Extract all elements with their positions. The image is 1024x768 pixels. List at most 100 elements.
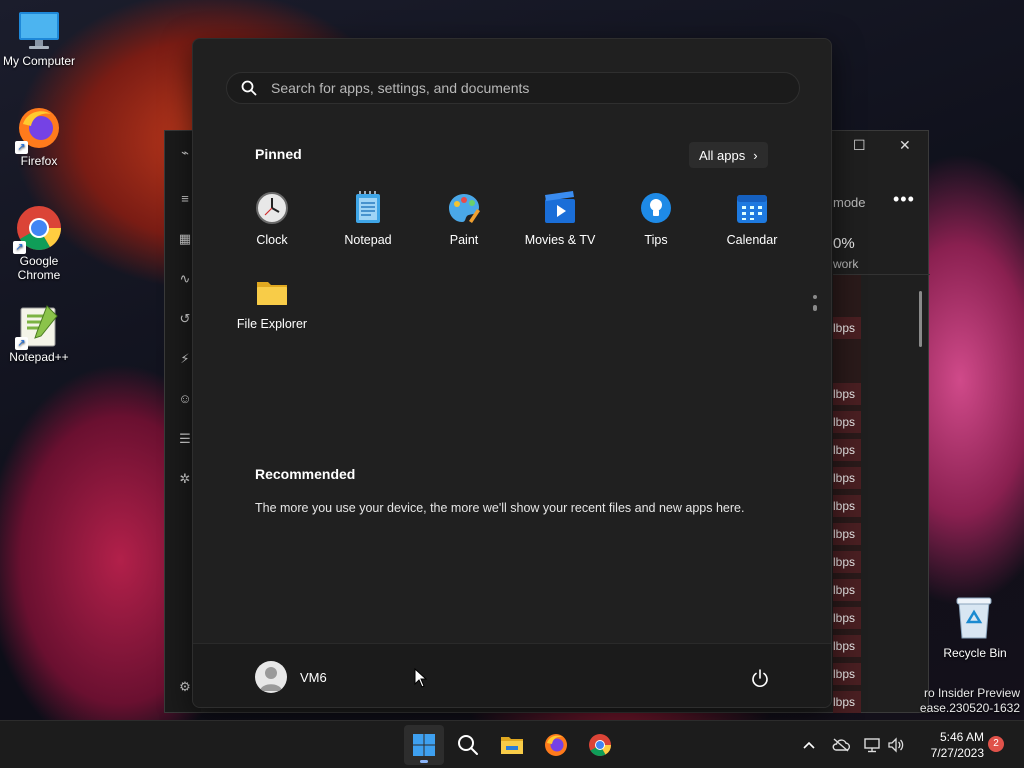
- app-logo-icon: ⌁: [181, 145, 189, 160]
- paint-icon: [449, 194, 480, 223]
- pinned-app-label: Tips: [644, 233, 668, 247]
- scrollbar-thumb[interactable]: [919, 291, 922, 347]
- desktop-icon-notepad-plus-plus[interactable]: ↗ Notepad++: [0, 302, 78, 364]
- chevron-right-icon: ›: [753, 147, 758, 163]
- file-explorer-icon: [501, 737, 523, 754]
- taskbar-clock[interactable]: 5:46 AM 7/27/2023: [916, 729, 984, 761]
- computer-icon: [19, 12, 59, 49]
- pinned-app-notepad[interactable]: Notepad: [320, 191, 416, 247]
- chrome-icon: [589, 734, 611, 756]
- users-icon[interactable]: ☺: [177, 391, 193, 407]
- details-icon[interactable]: ☰: [177, 431, 193, 447]
- network-column-label: work: [833, 257, 859, 271]
- network-cell: lbps: [833, 523, 861, 545]
- desktop-icon-label: My Computer: [2, 54, 76, 68]
- firefox-icon: ↗: [15, 106, 61, 154]
- pinned-app-label: Calendar: [726, 233, 778, 247]
- shortcut-arrow-icon: ↗: [15, 141, 28, 154]
- search-icon: [458, 735, 478, 755]
- watermark-line-1: ro Insider Preview: [923, 686, 1020, 700]
- network-cell: lbps: [833, 317, 861, 339]
- all-apps-button[interactable]: All apps ›: [689, 142, 768, 168]
- desktop-icon-my-computer[interactable]: My Computer: [0, 10, 78, 68]
- taskbar-search-button[interactable]: [448, 725, 488, 765]
- firefox-icon: [545, 734, 567, 756]
- network-icon[interactable]: [862, 735, 882, 755]
- network-cell: lbps: [833, 383, 861, 405]
- windows-logo-icon: [413, 734, 435, 756]
- file-explorer-icon: [257, 282, 287, 305]
- network-cell: lbps: [833, 663, 861, 685]
- notification-badge[interactable]: 2: [988, 736, 1004, 752]
- recycle-bin-icon: [956, 597, 992, 639]
- user-name: VM6: [300, 670, 327, 685]
- pinned-app-calendar[interactable]: Calendar: [704, 191, 800, 247]
- shortcut-arrow-icon: ↗: [13, 241, 26, 254]
- app-history-icon[interactable]: ↺: [177, 311, 193, 327]
- page-dot-active[interactable]: [813, 305, 817, 311]
- more-options-icon[interactable]: •••: [893, 189, 915, 210]
- movies-tv-icon: [545, 191, 575, 223]
- mouse-cursor-icon: [414, 668, 428, 688]
- all-apps-label: All apps: [699, 147, 746, 163]
- tips-icon: [641, 193, 671, 223]
- network-column-header[interactable]: 0% work: [833, 227, 930, 275]
- page-dot[interactable]: [813, 295, 817, 299]
- clock-date: 7/27/2023: [930, 746, 984, 760]
- close-button[interactable]: ✕: [899, 137, 911, 154]
- network-cell: lbps: [833, 607, 861, 629]
- desktop-icon-label: Recycle Bin: [943, 646, 1007, 660]
- recommended-title: Recommended: [255, 466, 356, 482]
- start-button[interactable]: [404, 725, 444, 765]
- taskbar-firefox[interactable]: [536, 725, 576, 765]
- startup-apps-icon[interactable]: ⚡: [177, 351, 193, 367]
- desktop-icon-firefox[interactable]: ↗ Firefox: [0, 106, 78, 168]
- hamburger-menu-icon[interactable]: ≡: [177, 191, 193, 207]
- pinned-app-label: File Explorer: [236, 317, 308, 331]
- network-cell: lbps: [833, 439, 861, 461]
- pinned-app-label: Paint: [449, 233, 479, 247]
- start-menu: Pinned All apps › Clock Notepad Pa: [192, 38, 832, 708]
- notepad-icon: [356, 191, 380, 223]
- notepad-plus-plus-icon: ↗: [15, 302, 61, 350]
- settings-gear-icon[interactable]: ⚙: [177, 679, 193, 695]
- desktop-icon-label: Google Chrome: [17, 254, 61, 282]
- start-search-box[interactable]: [226, 72, 800, 104]
- pinned-app-file-explorer[interactable]: File Explorer: [224, 275, 320, 331]
- pinned-app-label: Movies & TV: [524, 233, 596, 247]
- taskbar-chrome[interactable]: [580, 725, 620, 765]
- power-icon[interactable]: [749, 668, 771, 690]
- chrome-icon: ↗: [13, 204, 63, 254]
- pinned-app-tips[interactable]: Tips: [608, 191, 704, 247]
- pinned-app-paint[interactable]: Paint: [416, 191, 512, 247]
- services-icon[interactable]: ✲: [177, 471, 193, 487]
- network-column: lbps lbps lbps lbps lbps lbps lbps lbps …: [833, 275, 861, 713]
- start-menu-footer: VM6: [193, 643, 831, 707]
- maximize-button[interactable]: ☐: [853, 137, 866, 154]
- pinned-app-movies-tv[interactable]: Movies & TV: [512, 191, 608, 247]
- pinned-app-clock[interactable]: Clock: [224, 191, 320, 247]
- network-cell: lbps: [833, 579, 861, 601]
- taskbar-file-explorer[interactable]: [492, 725, 532, 765]
- recommended-empty-text: The more you use your device, the more w…: [255, 501, 745, 515]
- user-avatar-icon: [255, 661, 287, 693]
- efficiency-mode-label[interactable]: mode: [833, 195, 866, 210]
- pinned-title: Pinned: [255, 146, 302, 162]
- network-cell: lbps: [833, 551, 861, 573]
- pinned-app-label: Clock: [256, 233, 288, 247]
- network-cell: lbps: [833, 411, 861, 433]
- network-cell: lbps: [833, 467, 861, 489]
- desktop-icon-label: Notepad++: [9, 350, 69, 364]
- calendar-icon: [737, 195, 767, 223]
- taskbar: 5:46 AM 7/27/2023 2: [0, 720, 1024, 768]
- watermark-line-2: ease.230520-1632: [919, 701, 1020, 715]
- performance-icon[interactable]: ∿: [177, 271, 193, 287]
- desktop-icon-label: Firefox: [20, 154, 58, 168]
- processes-icon[interactable]: ▦: [177, 231, 193, 247]
- desktop-icon-google-chrome[interactable]: ↗ Google Chrome: [0, 204, 78, 282]
- volume-icon[interactable]: [886, 735, 906, 755]
- show-hidden-icons-chevron-up-icon[interactable]: [799, 735, 819, 755]
- page-indicator[interactable]: [813, 295, 819, 317]
- onedrive-cloud-icon[interactable]: [831, 735, 851, 755]
- search-input[interactable]: [271, 80, 799, 96]
